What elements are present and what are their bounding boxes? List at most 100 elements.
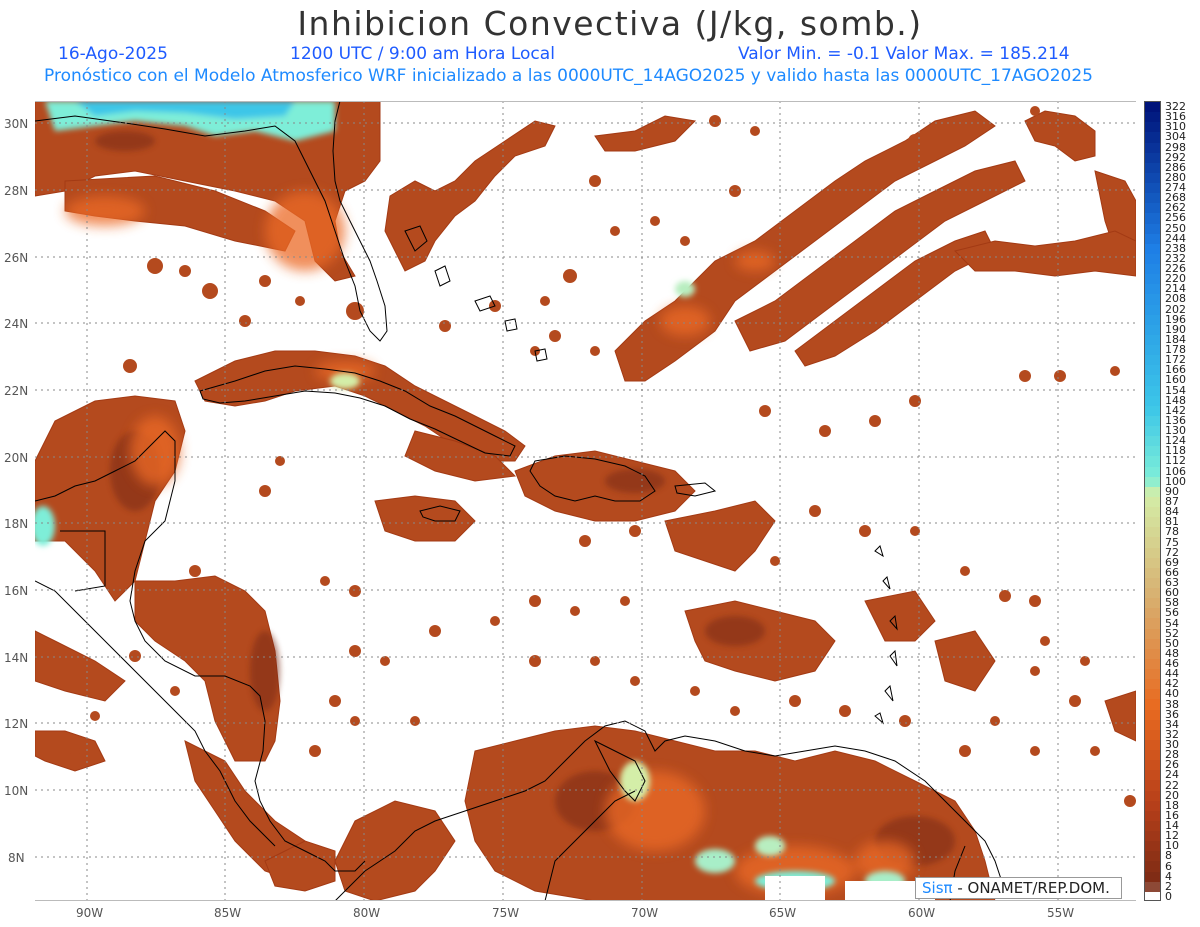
colorbar-segment	[1145, 598, 1160, 609]
colorbar-segment	[1145, 264, 1160, 275]
colorbar-segment	[1145, 183, 1160, 194]
map-title: Inhibicion Convectiva (J/kg, somb.)	[297, 4, 923, 43]
lat-label: 16N	[4, 584, 29, 598]
colorbar-segment	[1145, 750, 1160, 761]
colorbar-segment	[1145, 162, 1160, 174]
colorbar-segment	[1145, 739, 1160, 751]
lon-label: 85W	[214, 906, 242, 920]
colorbar-segment	[1145, 841, 1160, 852]
colorbar-segment	[1145, 820, 1160, 832]
colorbar-segment	[1145, 851, 1160, 863]
colorbar-segment	[1145, 324, 1160, 336]
lat-label: 30N	[4, 117, 29, 131]
colorbar-segment	[1145, 284, 1160, 295]
colorbar-segment	[1145, 304, 1160, 316]
colorbar-segment	[1145, 132, 1160, 144]
lon-label: 75W	[492, 906, 520, 920]
forecast-description: Pronóstico con el Modelo Atmosferico WRF…	[44, 66, 1093, 86]
colorbar-segment	[1145, 152, 1160, 164]
colorbar-segment	[1145, 314, 1160, 326]
lon-label: 80W	[353, 906, 381, 920]
colorbar-segment	[1145, 638, 1160, 650]
lat-label: 18N	[4, 517, 29, 531]
sispi-logo: Sisπ	[922, 879, 953, 897]
colorbar-segment	[1145, 172, 1160, 184]
colorbar-segment	[1145, 395, 1160, 407]
colorbar-segment	[1145, 517, 1160, 528]
colorbar-segment	[1145, 679, 1160, 690]
colorbar-segment	[1145, 193, 1160, 204]
colorbar-segment	[1145, 243, 1160, 255]
colorbar-segment	[1145, 709, 1160, 721]
colorbar-segment	[1145, 415, 1160, 427]
colorbar-segment	[1145, 861, 1160, 873]
colorbar-segment	[1145, 699, 1160, 711]
colorbar-segment	[1145, 365, 1160, 376]
colorbar-segment	[1145, 800, 1160, 812]
colorbar-segment	[1145, 355, 1160, 366]
colorbar-segment	[1145, 770, 1160, 782]
colorbar-segment	[1145, 537, 1160, 549]
lat-label: 20N	[4, 451, 29, 465]
lat-label: 12N	[4, 717, 29, 731]
colorbar-segment	[1145, 608, 1160, 620]
lon-label: 55W	[1047, 906, 1075, 920]
colorbar-segment	[1145, 557, 1160, 569]
colorbar-segment	[1145, 527, 1160, 539]
colorbar-segment	[1145, 507, 1160, 518]
colorbar-segment	[1145, 760, 1160, 771]
colorbar-segment	[1145, 446, 1160, 458]
colorbar-segment	[1145, 426, 1160, 437]
colorbar-segment	[1145, 486, 1160, 498]
forecast-date: 16-Ago-2025	[58, 44, 168, 64]
credit-box: Sisπ - ONAMET/REP.DOM.	[915, 877, 1122, 899]
colorbar-segment	[1145, 891, 1160, 900]
colorbar-segment	[1145, 689, 1160, 701]
forecast-time: 1200 UTC / 9:00 am Hora Local	[290, 44, 555, 64]
lat-label: 22N	[4, 384, 29, 398]
colorbar-segment	[1145, 334, 1160, 346]
lon-label: 70W	[631, 906, 659, 920]
lat-label: 10N	[4, 784, 29, 798]
colorbar-segment	[1145, 345, 1160, 356]
colorbar-segment	[1145, 122, 1160, 133]
colorbar-segment	[1145, 233, 1160, 245]
colorbar-segment	[1145, 719, 1160, 731]
colorbar-segment	[1145, 274, 1160, 285]
colorbar-label: 0	[1165, 889, 1172, 903]
lon-label: 65W	[769, 906, 797, 920]
colorbar-segment	[1145, 223, 1160, 235]
colorbar-segment	[1145, 385, 1160, 397]
colorbar-segment	[1145, 810, 1160, 822]
colorbar-segment	[1145, 142, 1160, 154]
colorbar-segment	[1145, 567, 1160, 579]
lat-label: 26N	[4, 251, 29, 265]
colorbar-segment	[1145, 790, 1160, 802]
colorbar-segment	[1145, 658, 1160, 670]
colorbar-segment	[1145, 628, 1160, 640]
colorbar-segment	[1145, 294, 1160, 306]
colorbar-segment	[1145, 648, 1160, 660]
colorbar-segment	[1145, 547, 1160, 559]
colorbar-segment	[1145, 213, 1160, 225]
colorbar-segment	[1145, 496, 1160, 508]
colorbar-segment	[1145, 456, 1160, 468]
colorbar-segment	[1145, 112, 1160, 123]
colorbar-segment	[1145, 102, 1160, 113]
map-panel	[35, 101, 1136, 901]
min-max-values: Valor Min. = -0.1 Valor Max. = 185.214	[738, 44, 1070, 64]
colorbar-segment	[1145, 405, 1160, 417]
lat-label: 24N	[4, 317, 29, 331]
colorbar	[1144, 101, 1161, 901]
colorbar-segment	[1145, 729, 1160, 741]
colorbar-segment	[1145, 831, 1160, 842]
lon-label: 90W	[76, 906, 104, 920]
colorbar-segment	[1145, 669, 1160, 680]
credit-org: - ONAMET/REP.DOM.	[957, 879, 1110, 897]
colorbar-segment	[1145, 253, 1160, 265]
colorbar-segment	[1145, 436, 1160, 447]
lon-label: 60W	[908, 906, 936, 920]
colorbar-segment	[1145, 203, 1160, 214]
colorbar-segment	[1145, 375, 1160, 387]
lat-label: 8N	[8, 851, 25, 865]
